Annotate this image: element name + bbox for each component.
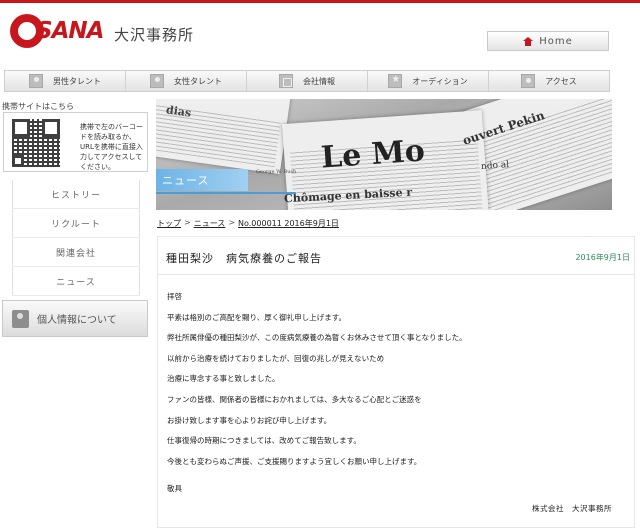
news-banner: dias ouvert Pekin Le Mo George W. Bush C… bbox=[156, 99, 612, 210]
banner-section-tag: ニュース bbox=[156, 169, 296, 194]
nav-item-male-talent[interactable]: 男性タレント bbox=[5, 71, 126, 91]
sidebar-item-recruit[interactable]: リクルート bbox=[12, 209, 140, 238]
person-icon bbox=[29, 74, 43, 88]
newspaper-masthead: Le Mo bbox=[319, 133, 426, 176]
breadcrumb-news-link[interactable]: ニュース bbox=[194, 218, 226, 229]
article-body: 拝啓 平素は格別のご高配を賜り、厚く御礼申し上げます。 弊社所属俳優の種田梨沙が… bbox=[167, 287, 627, 472]
article-title: 種田梨沙 病気療養のご報告 bbox=[166, 252, 322, 265]
building-icon bbox=[279, 74, 293, 88]
breadcrumb: トップ > ニュース > No.000011 2016年9月1日 bbox=[157, 218, 339, 229]
article-date: 2016年9月1日 bbox=[575, 253, 630, 262]
company-logo[interactable]: SANA bbox=[10, 14, 104, 48]
article-line: 仕事復帰の時期につきましては、改めてご報告致します。 bbox=[167, 436, 361, 446]
nav-item-company-info[interactable]: 会社情報 bbox=[247, 71, 368, 91]
breadcrumb-top-link[interactable]: トップ bbox=[157, 218, 181, 229]
main-nav: 男性タレント 女性タレント 会社情報 オーディション アクセス bbox=[4, 70, 610, 92]
article-line: 治療に専念する事と致しました。 bbox=[167, 374, 280, 384]
star-icon bbox=[388, 74, 403, 88]
article-closing: 敬具 bbox=[167, 484, 182, 493]
breadcrumb-separator: > bbox=[228, 218, 236, 227]
article-line: 以前から治療を続けておりましたが、回復の兆しが見えないため bbox=[167, 353, 385, 363]
nav-item-label: オーディション bbox=[412, 76, 468, 86]
person-icon bbox=[150, 74, 164, 88]
article-line: 平素は格別のご高配を賜り、厚く御礼申し上げます。 bbox=[167, 312, 346, 322]
qr-panel: 携帯で左のバーコードを読み取るか、URLを携帯に直接入力してアクセスしてください… bbox=[3, 112, 148, 172]
qr-code-icon bbox=[12, 119, 60, 167]
news-article: 種田梨沙 病気療養のご報告 2016年9月1日 拝啓 平素は格別のご高配を賜り、… bbox=[157, 236, 635, 528]
nav-item-audition[interactable]: オーディション bbox=[368, 71, 489, 91]
home-button[interactable]: Home bbox=[487, 31, 609, 51]
article-signature: 株式会社 大沢事務所 bbox=[532, 504, 612, 513]
qr-instructions: 携帯で左のバーコードを読み取るか、URLを携帯に直接入力してアクセスしてください… bbox=[80, 123, 143, 171]
nav-item-female-talent[interactable]: 女性タレント bbox=[126, 71, 247, 91]
id-card-icon bbox=[12, 309, 29, 328]
nav-item-label: 女性タレント bbox=[174, 76, 222, 86]
sidebar-item-history[interactable]: ヒストリー bbox=[12, 180, 140, 209]
article-header: 種田梨沙 病気療養のご報告 2016年9月1日 bbox=[158, 237, 634, 275]
nav-item-label: 会社情報 bbox=[303, 76, 335, 86]
house-icon bbox=[523, 36, 534, 46]
nav-item-label: 男性タレント bbox=[53, 76, 101, 86]
newspaper-headline: ndo al bbox=[480, 160, 510, 172]
nav-item-label: アクセス bbox=[545, 76, 577, 86]
article-line: 今後とも変わらぬご声援、ご支援賜りますよう宜しくお願い申し上げます。 bbox=[167, 456, 422, 466]
mobile-site-label: 携帯サイトはこちら bbox=[2, 102, 74, 111]
article-line: ファンの皆様、関係者の皆様におかれましては、多大なるご心配とご迷惑を bbox=[167, 394, 422, 404]
logo-text: SANA bbox=[36, 18, 104, 44]
nav-item-access[interactable]: アクセス bbox=[489, 71, 609, 91]
article-line: お掛け致します事を心よりお詫び申し上げます。 bbox=[167, 415, 332, 425]
newspaper-caption: George W. Bush bbox=[256, 169, 297, 175]
breadcrumb-current-link[interactable]: No.000011 2016年9月1日 bbox=[238, 218, 339, 229]
sidebar-item-news[interactable]: ニュース bbox=[12, 267, 140, 296]
sidebar-item-affiliates[interactable]: 関連会社 bbox=[12, 238, 140, 267]
breadcrumb-separator: > bbox=[184, 218, 191, 227]
article-line: 弊社所属俳優の種田梨沙が、この度病気療養の為暫くお休みさせて頂く事となりました。 bbox=[167, 333, 467, 343]
top-accent-line bbox=[0, 0, 640, 3]
privacy-button-label: 個人情報について bbox=[37, 315, 117, 326]
brand-name: 大沢事務所 bbox=[114, 26, 195, 44]
home-button-label: Home bbox=[539, 35, 573, 47]
privacy-button[interactable]: 個人情報について bbox=[2, 300, 148, 337]
pin-icon bbox=[521, 74, 536, 88]
sidebar-links: ヒストリー リクルート 関連会社 ニュース bbox=[12, 180, 140, 296]
article-line: 拝啓 bbox=[167, 292, 182, 301]
